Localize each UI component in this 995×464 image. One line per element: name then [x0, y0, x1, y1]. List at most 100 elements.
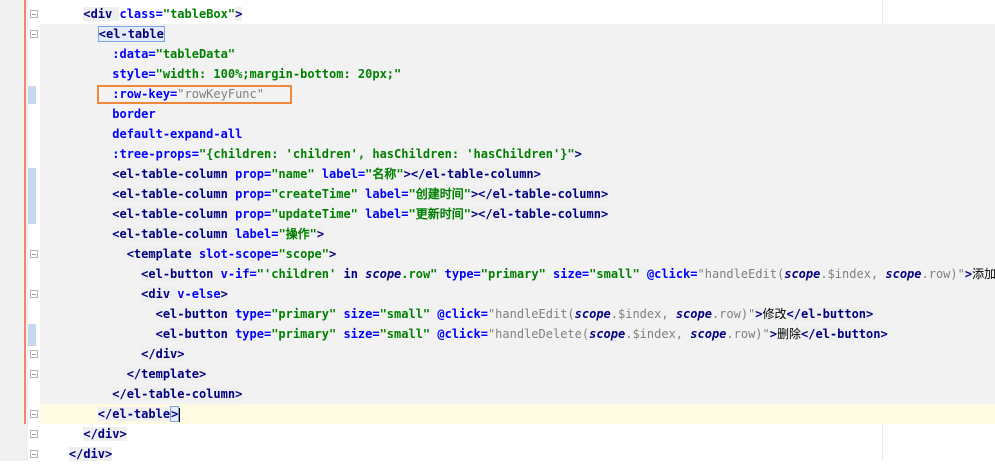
- code-line[interactable]: :row-key="rowKeyFunc": [40, 84, 995, 104]
- code-line[interactable]: <el-table: [40, 24, 995, 44]
- code-line[interactable]: :tree-props="{children: 'children', hasC…: [40, 144, 995, 164]
- code-line[interactable]: </el-table>: [40, 404, 995, 424]
- code-token: label=: [235, 227, 279, 241]
- code-token: .row)": [711, 307, 756, 321]
- code-token: 修改: [762, 307, 787, 321]
- vcs-change-marker: [28, 168, 36, 224]
- code-token: type=: [235, 327, 272, 341]
- code-token: default-expand-all: [112, 127, 243, 141]
- code-token: <el-table: [97, 26, 165, 42]
- code-token: "handleEdit(: [697, 267, 785, 281]
- code-token: >: [769, 327, 777, 341]
- code-token: "small": [379, 327, 438, 341]
- fold-toggle-icon[interactable]: [30, 350, 38, 358]
- code-token: scope: [574, 307, 611, 321]
- code-token: border: [112, 107, 156, 121]
- modified-range-indicator: [24, 0, 26, 424]
- code-line[interactable]: style="width: 100%;margin-bottom: 20px;": [40, 64, 995, 84]
- code-line[interactable]: <div class="tableBox">: [40, 4, 243, 24]
- code-line[interactable]: <template slot-scope="scope">: [40, 244, 995, 264]
- code-line[interactable]: border: [40, 104, 995, 124]
- code-line[interactable]: <el-button type="primary" size="small" @…: [40, 324, 995, 344]
- code-line[interactable]: <el-table-column prop="updateTime" label…: [40, 204, 995, 224]
- code-token: @click=: [646, 267, 698, 281]
- code-token: "rowKeyFunc": [177, 87, 264, 101]
- code-line[interactable]: </div>: [40, 444, 113, 464]
- text-cursor: [179, 407, 181, 422]
- code-line[interactable]: <el-table-column prop="name" label="名称">…: [40, 164, 995, 184]
- code-token: :data=: [112, 47, 156, 61]
- code-token: size=: [343, 307, 380, 321]
- code-token: scope: [784, 267, 821, 281]
- code-token: "更新时间": [408, 207, 471, 221]
- code-line[interactable]: </div>: [40, 424, 127, 444]
- code-token: scope: [690, 327, 727, 341]
- code-token: >: [755, 307, 763, 321]
- code-token: size=: [343, 327, 380, 341]
- code-line[interactable]: <el-table-column prop="createTime" label…: [40, 184, 995, 204]
- code-token: "tableBox": [162, 7, 236, 21]
- code-token: <div: [141, 287, 178, 301]
- code-token: label=: [321, 167, 366, 181]
- code-token: size=: [553, 267, 590, 281]
- code-line[interactable]: <div v-else>: [40, 284, 995, 304]
- code-token: :row-key=: [112, 87, 178, 101]
- code-token: prop=: [235, 167, 272, 181]
- code-token: ></el-table-column>: [470, 207, 609, 221]
- code-token: prop=: [235, 207, 272, 221]
- fold-toggle-icon[interactable]: [30, 450, 38, 458]
- code-token: </template>: [126, 367, 207, 381]
- code-line[interactable]: <el-table-column label="操作">: [40, 224, 995, 244]
- code-token: >: [316, 227, 325, 241]
- fold-toggle-icon[interactable]: [30, 290, 38, 298]
- code-token: "scope": [278, 247, 330, 261]
- code-line[interactable]: </div>: [40, 344, 995, 364]
- fold-toggle-icon[interactable]: [30, 250, 38, 258]
- code-token: 删除: [776, 327, 801, 341]
- code-token: "创建时间": [408, 187, 471, 201]
- code-token: "名称": [365, 167, 404, 181]
- code-line[interactable]: :data="tableData": [40, 44, 995, 64]
- code-token: type=: [235, 307, 272, 321]
- code-token: .$index,: [610, 307, 676, 321]
- code-token: 添加: [972, 267, 995, 281]
- code-token: <el-table-column: [112, 207, 236, 221]
- code-token: </div>: [68, 447, 113, 461]
- code-token: scope: [675, 307, 712, 321]
- code-token: .row)": [726, 327, 770, 341]
- code-token: "tableData": [155, 47, 236, 61]
- fold-toggle-icon[interactable]: [30, 10, 38, 18]
- code-line[interactable]: default-expand-all: [40, 124, 995, 144]
- code-token: scope: [885, 267, 922, 281]
- code-token: scope: [365, 267, 402, 281]
- fold-toggle-icon[interactable]: [30, 410, 38, 418]
- code-token: <el-button: [155, 327, 236, 341]
- fold-toggle-icon[interactable]: [30, 370, 38, 378]
- code-token: </div>: [83, 427, 127, 441]
- code-line[interactable]: <el-button type="primary" size="small" @…: [40, 304, 995, 324]
- code-line[interactable]: </el-table-column>: [40, 384, 995, 404]
- code-line[interactable]: <el-button v-if="'children' in scope.row…: [40, 264, 995, 284]
- code-line[interactable]: </template>: [40, 364, 995, 384]
- fold-toggle-icon[interactable]: [30, 430, 38, 438]
- code-token: "primary": [271, 327, 344, 341]
- fold-toggle-icon[interactable]: [30, 30, 38, 38]
- code-token: .row": [401, 267, 445, 281]
- code-token: >: [220, 287, 228, 301]
- code-token: "updateTime": [271, 207, 366, 221]
- code-token: "'children': [256, 267, 344, 281]
- code-token: >: [235, 7, 243, 21]
- code-token: .row)": [921, 267, 965, 281]
